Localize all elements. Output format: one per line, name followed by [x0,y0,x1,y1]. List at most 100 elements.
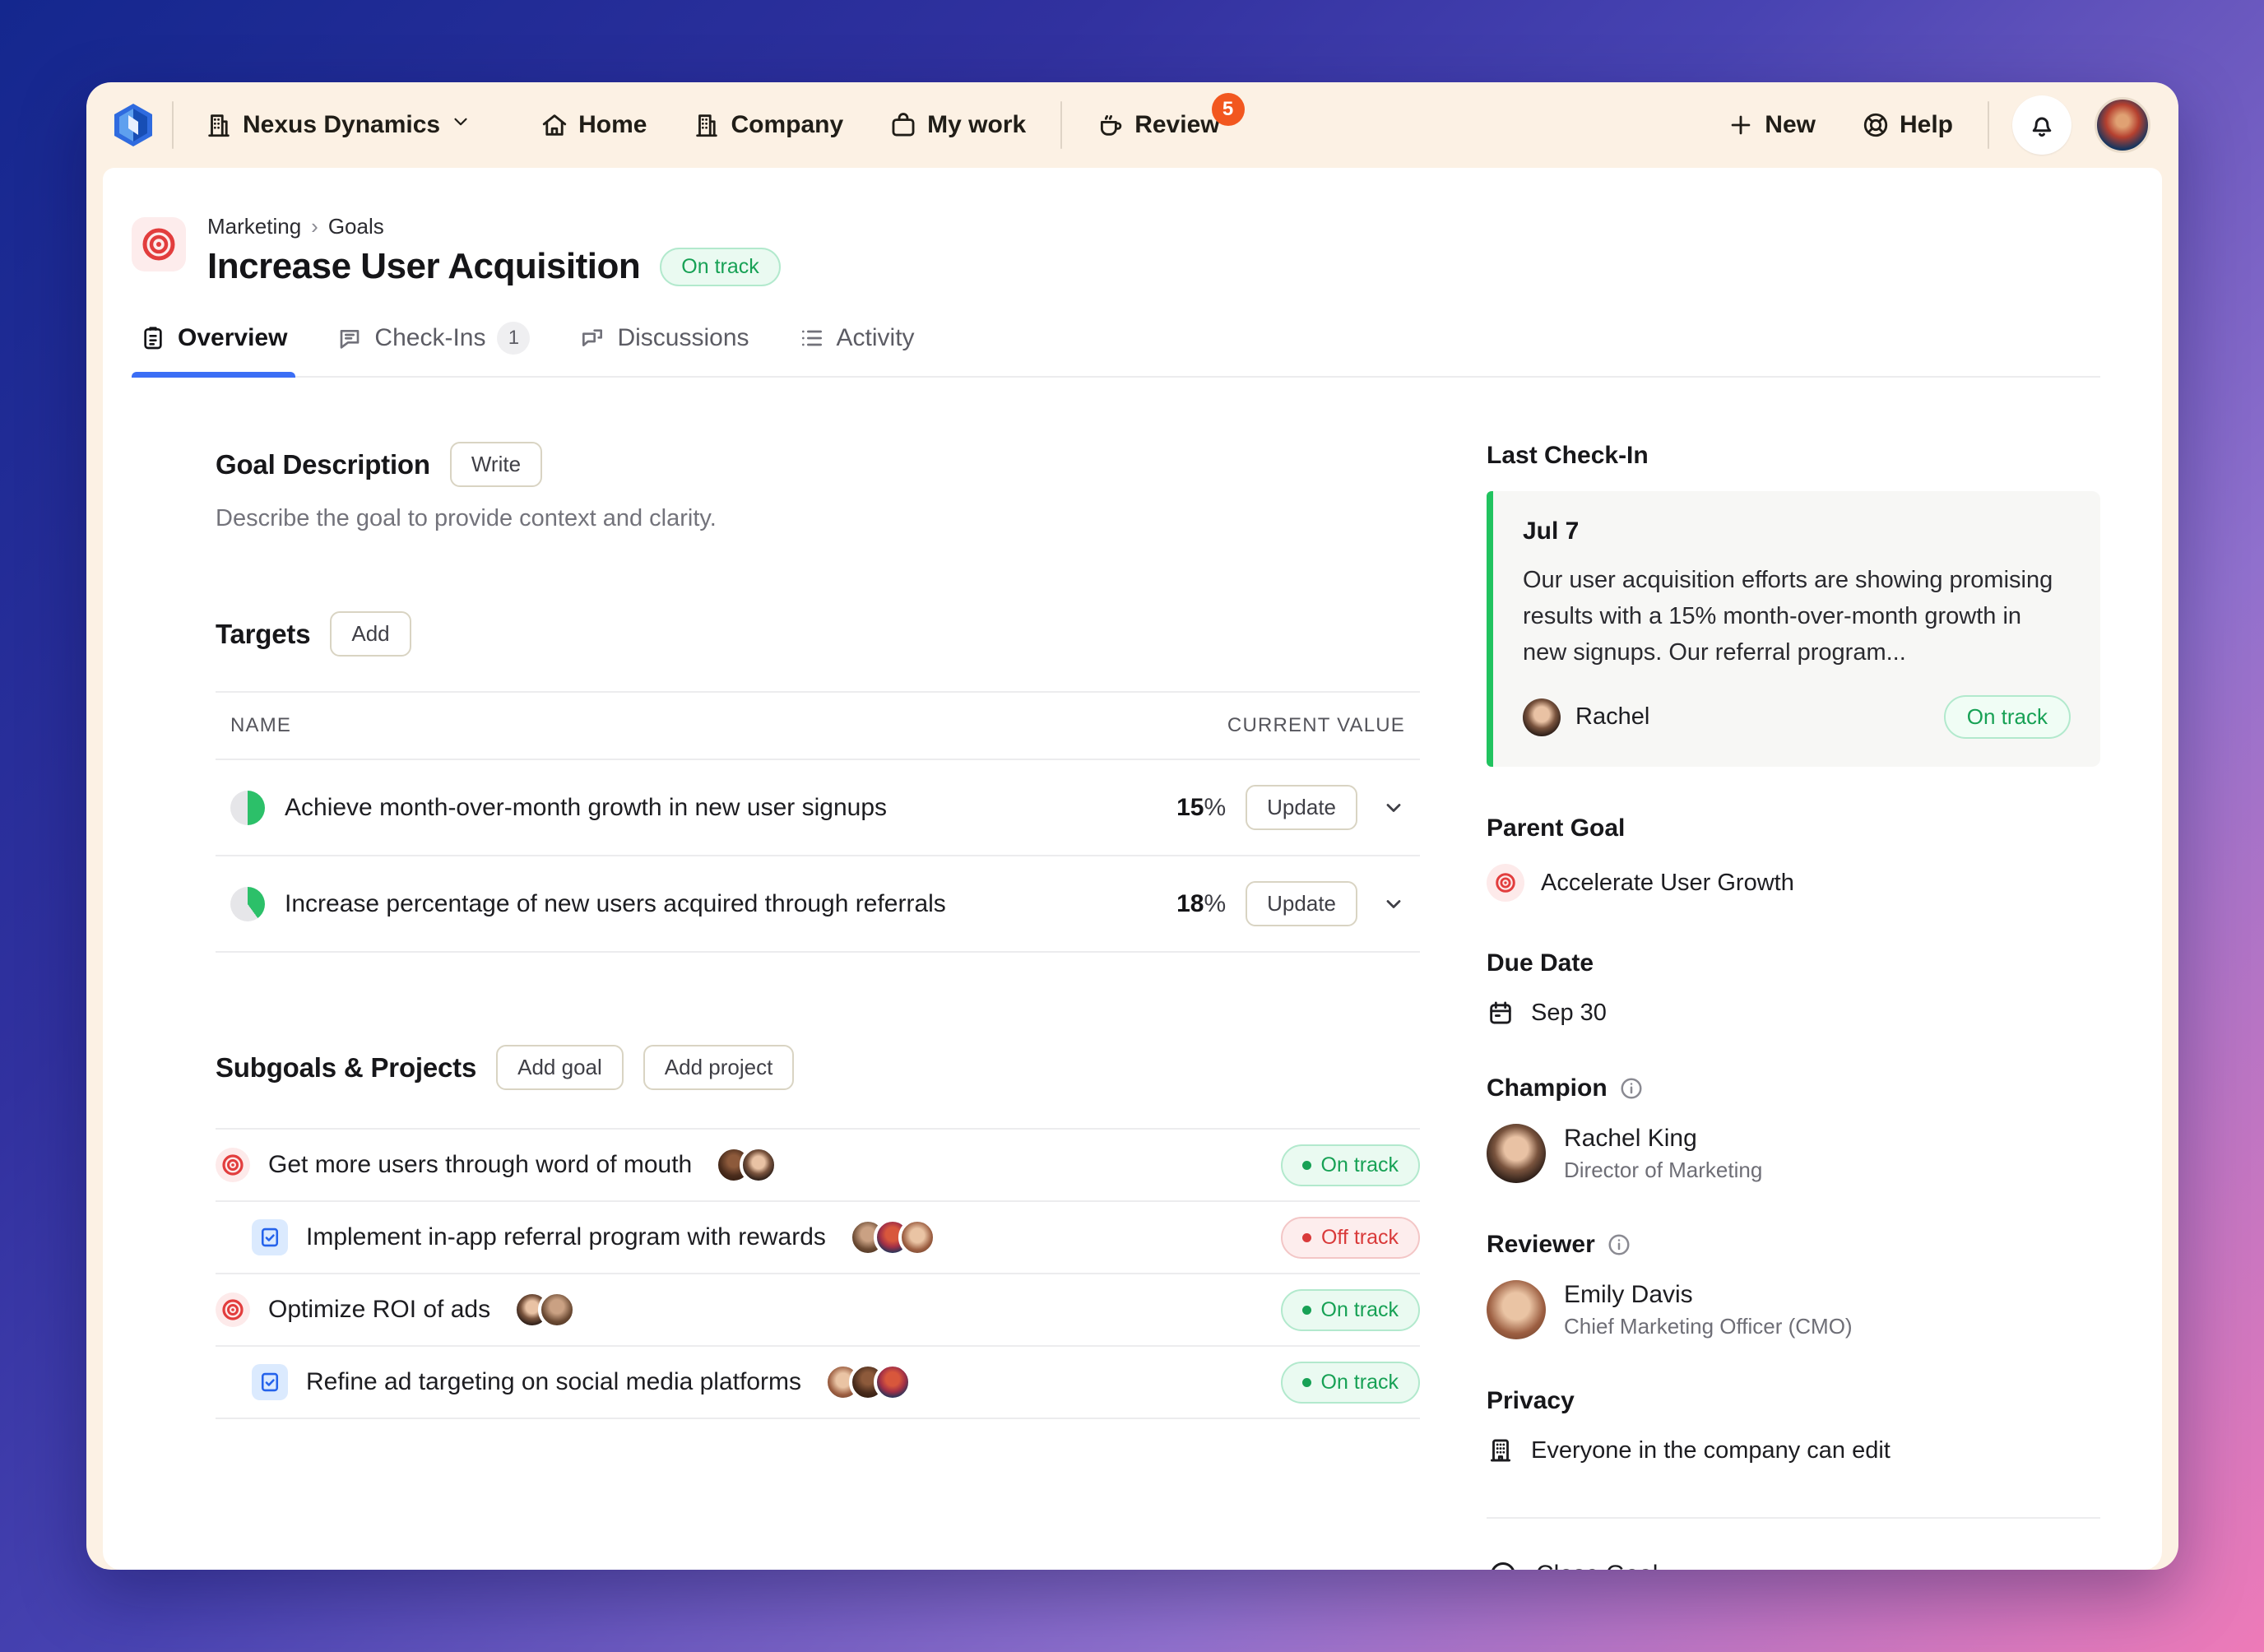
new-button[interactable]: New [1715,103,1827,147]
main-column: Goal Description Write Describe the goal… [216,442,1420,1570]
last-checkin-heading: Last Check-In [1487,442,2100,470]
nav-company[interactable]: Company [681,103,855,147]
activity-list-icon [799,325,825,351]
last-checkin-card[interactable]: Jul 7 Our user acquisition efforts are s… [1487,491,2100,767]
status-badge: On track [1281,1362,1420,1404]
goal-description-placeholder[interactable]: Describe the goal to provide context and… [216,505,1420,532]
calendar-icon [1487,999,1515,1027]
building-icon [205,111,233,139]
parent-goal-link[interactable]: Accelerate User Growth [1487,864,2100,902]
workspace-switcher[interactable]: Nexus Dynamics [193,103,483,147]
user-avatar[interactable] [2095,97,2150,153]
goal-description-section: Goal Description Write Describe the goal… [216,442,1420,532]
status-badge: Off track [1281,1217,1420,1259]
privacy-row: Everyone in the company can edit [1487,1436,2100,1464]
tab-discussions[interactable]: Discussions [576,322,752,376]
page-title: Increase User Acquisition [207,246,640,287]
target-current-value: 18% [1176,890,1226,918]
notifications-button[interactable] [2012,95,2071,155]
champion-name: Rachel King [1564,1125,1762,1153]
add-target-button[interactable]: Add [330,611,411,657]
checkin-date: Jul 7 [1523,517,2071,545]
goal-actions: Close Goal Move to another space Delete [1487,1552,2100,1570]
champion-heading: Champion [1487,1074,1608,1102]
goal-target-icon [216,1292,250,1327]
privacy-value: Everyone in the company can edit [1531,1437,1891,1464]
champion-person[interactable]: Rachel King Director of Marketing [1487,1124,2100,1183]
subgoals-heading: Subgoals & Projects [216,1052,476,1084]
nav-my-work[interactable]: My work [878,103,1037,147]
nav-my-work-label: My work [927,111,1026,139]
due-date-value: Sep 30 [1531,1000,1607,1027]
close-goal-action[interactable]: Close Goal [1487,1552,2100,1570]
reviewer-person[interactable]: Emily Davis Chief Marketing Officer (CMO… [1487,1280,2100,1339]
targets-heading: Targets [216,619,310,650]
due-date-row[interactable]: Sep 30 [1487,999,2100,1027]
briefcase-icon [889,111,917,139]
update-button[interactable]: Update [1246,785,1357,830]
info-icon[interactable] [1619,1076,1644,1101]
tab-check-ins[interactable]: Check-Ins 1 [333,322,533,376]
update-button[interactable]: Update [1246,881,1357,926]
avatar [538,1291,576,1329]
nav-home[interactable]: Home [529,103,658,147]
target-row[interactable]: Increase percentage of new users acquire… [216,856,1420,953]
tab-check-ins-label: Check-Ins [374,324,485,352]
check-ins-count-badge: 1 [497,322,530,355]
parent-goal-heading: Parent Goal [1487,814,2100,842]
add-project-button[interactable]: Add project [643,1045,795,1090]
speech-bubble-icon [336,325,363,351]
tab-overview[interactable]: Overview [137,322,290,376]
avatar [1487,1280,1546,1339]
column-current-value: CURRENT VALUE [1227,714,1405,737]
assignee-avatars [824,1363,912,1401]
write-button[interactable]: Write [450,442,542,487]
project-icon [252,1364,288,1400]
details-sidebar: Last Check-In Jul 7 Our user acquisition… [1487,442,2100,1570]
subgoal-row[interactable]: Optimize ROI of ads On track [216,1274,1420,1347]
coffee-icon [1097,111,1125,139]
help-button-label: Help [1900,111,1953,139]
workspace-name: Nexus Dynamics [243,111,440,139]
breadcrumb-space[interactable]: Marketing [207,214,301,239]
column-name: NAME [230,714,291,737]
project-row[interactable]: Implement in-app referral program with r… [216,1202,1420,1274]
help-button[interactable]: Help [1850,103,1965,147]
clipboard-icon [140,325,166,351]
breadcrumb-goals[interactable]: Goals [328,214,384,239]
content-card: Marketing › Goals Increase User Acquisit… [103,168,2162,1570]
info-icon[interactable] [1607,1232,1631,1257]
privacy-section: Privacy Everyone in the company can edit [1487,1387,2100,1464]
app-logo-icon[interactable] [114,104,152,146]
targets-section: Targets Add NAME CURRENT VALUE Achieve m… [216,611,1420,953]
nav-review[interactable]: Review 5 [1085,103,1231,147]
target-current-value: 15% [1176,794,1226,822]
app-window: Nexus Dynamics Home Company My work Revi… [86,82,2178,1570]
champion-role: Director of Marketing [1564,1158,1762,1183]
new-button-label: New [1765,111,1816,139]
goal-target-icon [132,217,186,271]
goal-target-icon [216,1148,250,1182]
avatar [898,1218,936,1256]
expand-chevron-icon[interactable] [1382,796,1405,819]
checkin-text: Our user acquisition efforts are showing… [1523,562,2071,671]
expand-chevron-icon[interactable] [1382,893,1405,916]
navbar-divider [172,101,174,149]
status-badge: On track [1281,1289,1420,1331]
goal-status-badge: On track [660,248,780,286]
due-date-section: Due Date Sep 30 [1487,949,2100,1027]
project-row[interactable]: Refine ad targeting on social media plat… [216,1347,1420,1419]
status-badge: On track [1281,1144,1420,1186]
subgoal-row[interactable]: Get more users through word of mouth On … [216,1130,1420,1202]
tab-activity[interactable]: Activity [796,322,918,376]
parent-goal-section: Parent Goal Accelerate User Growth [1487,814,2100,902]
subgoals-section: Subgoals & Projects Add goal Add project… [216,1045,1420,1419]
target-row[interactable]: Achieve month-over-month growth in new u… [216,760,1420,856]
navbar-divider [1060,101,1062,149]
add-goal-button[interactable]: Add goal [496,1045,624,1090]
champion-section: Champion Rachel King Director of Marketi… [1487,1074,2100,1183]
navbar-left: Nexus Dynamics [114,101,483,149]
parent-goal-name: Accelerate User Growth [1541,870,1794,897]
nav-review-label: Review [1134,111,1219,139]
project-name: Implement in-app referral program with r… [306,1223,826,1251]
